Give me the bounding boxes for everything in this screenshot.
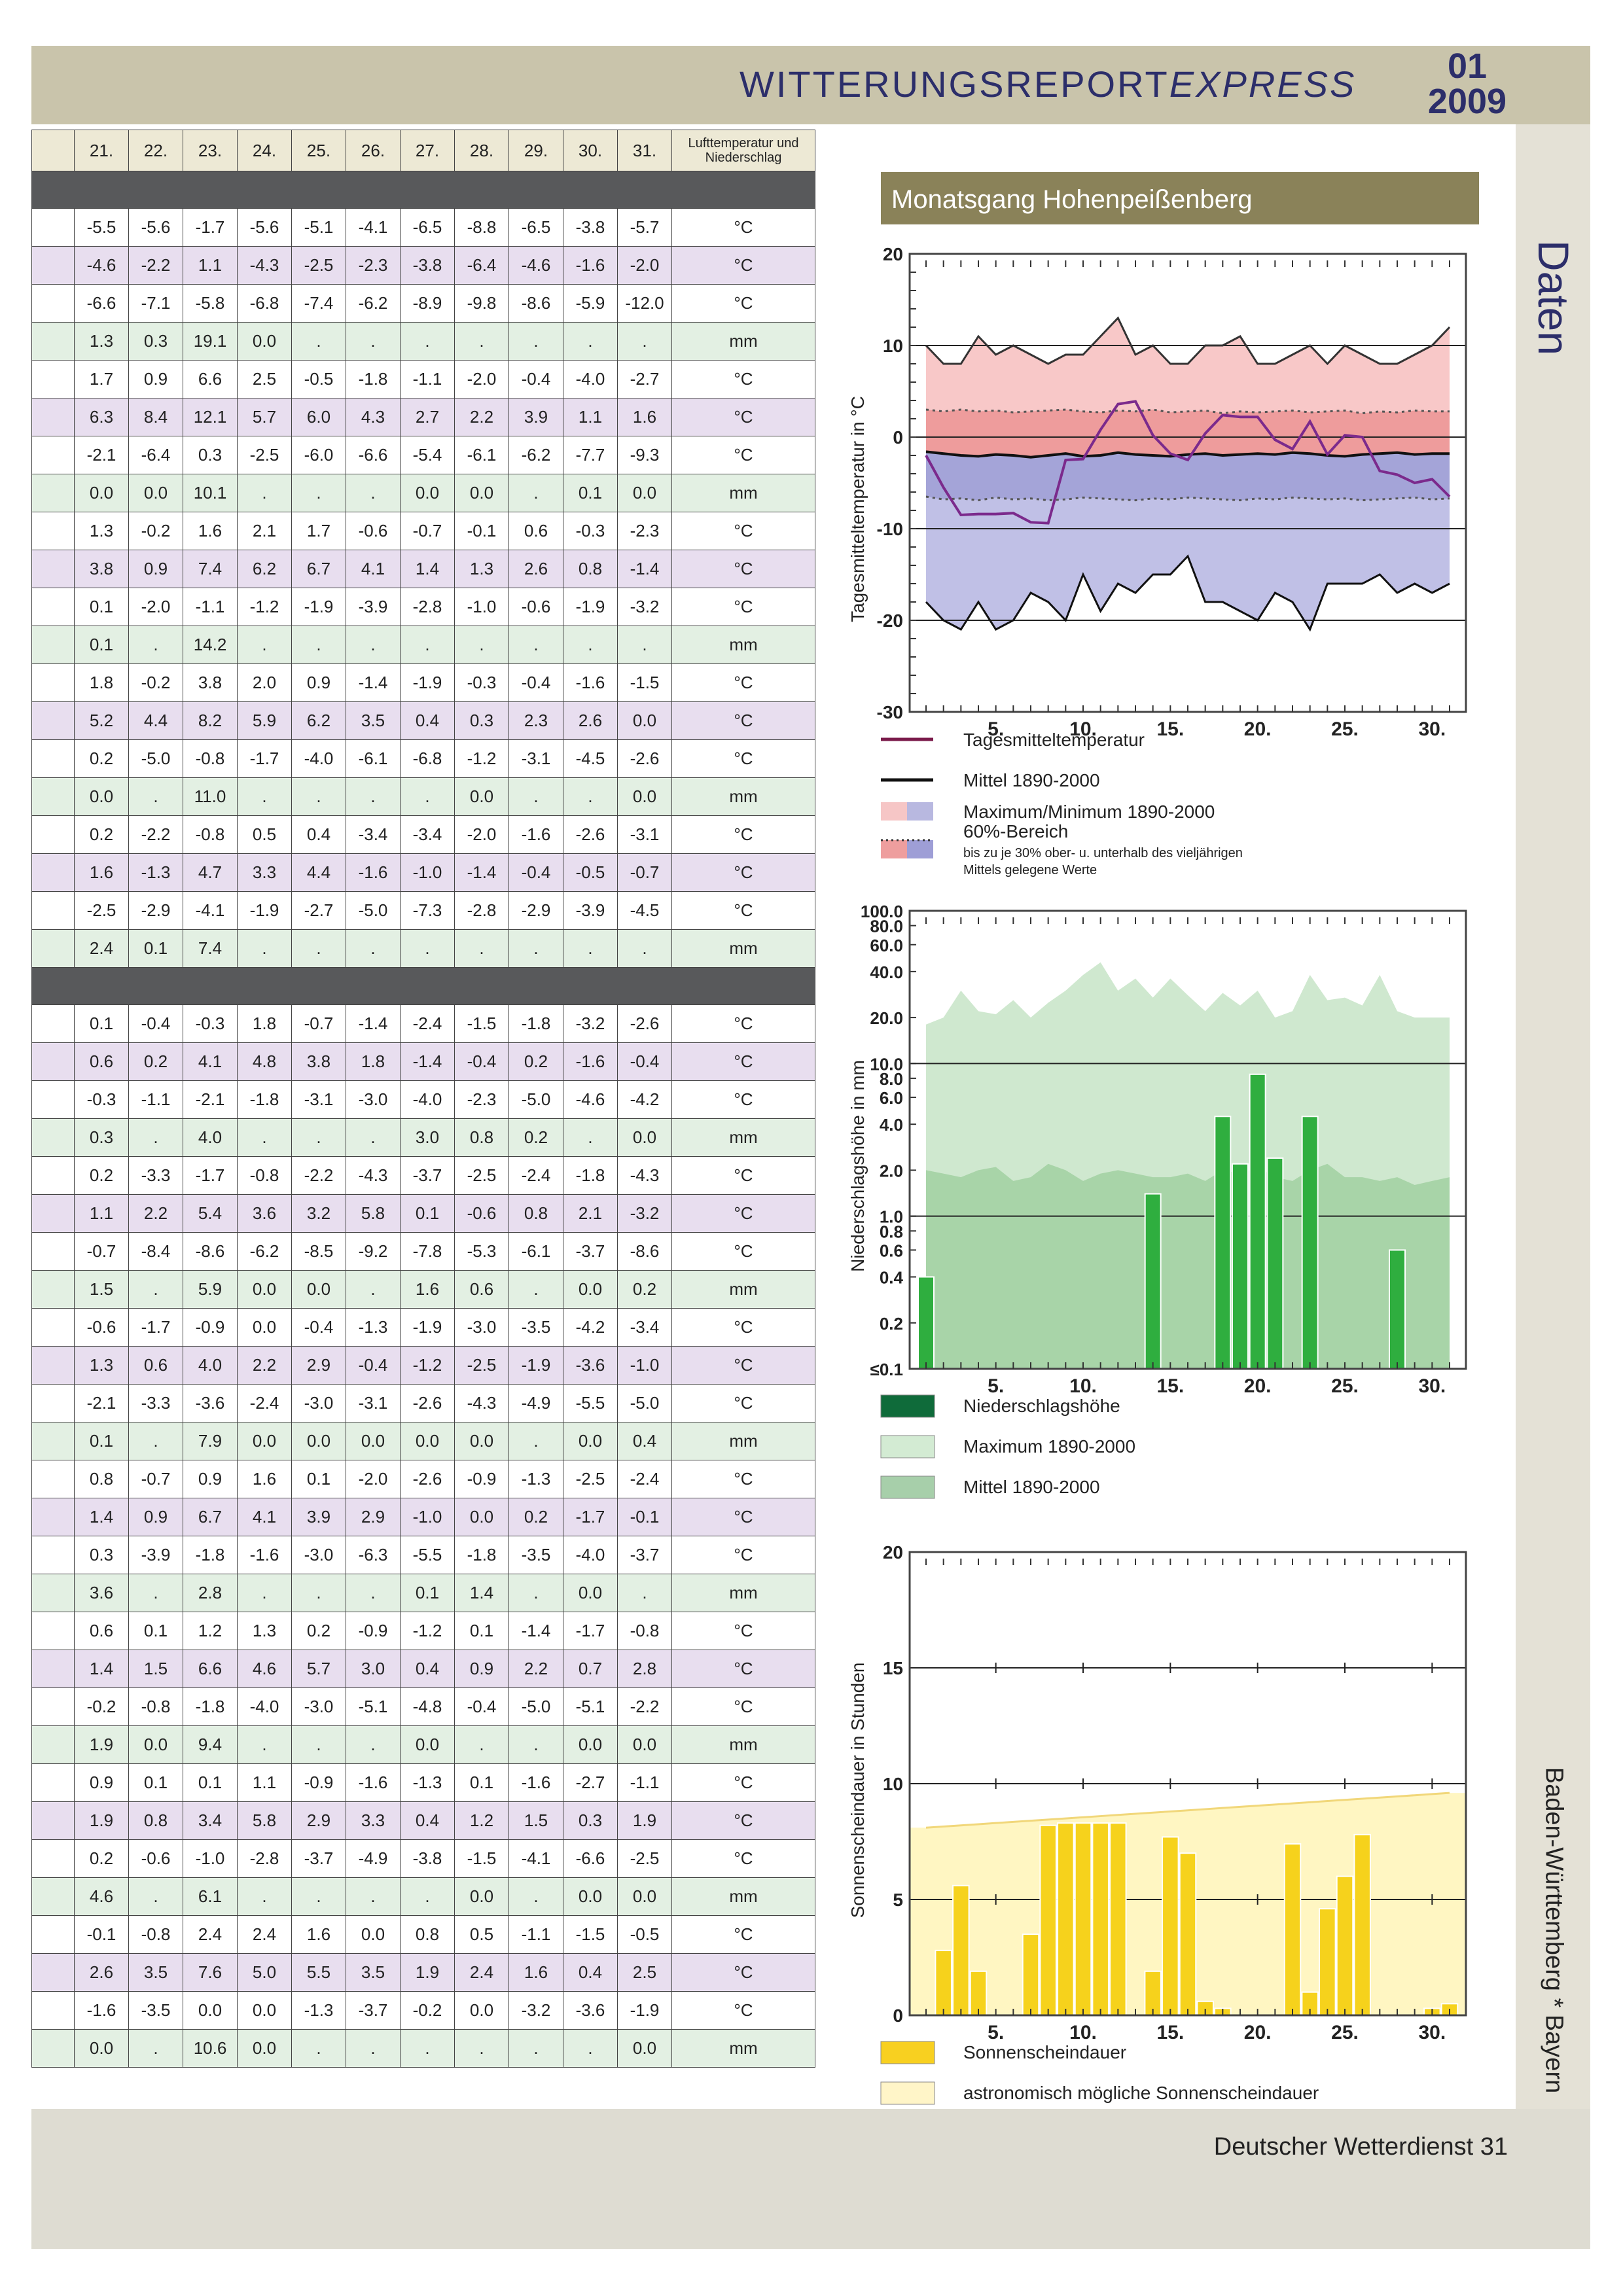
y-tick-label: 6.0 (880, 1088, 903, 1108)
sunshine-chart: 20 15 10 5 0 5. 10. 15. 20. 25. 30. Sonnenscheindau… (847, 1542, 1467, 2105)
sunshine-bar (1353, 1833, 1371, 2016)
precip-bar (1232, 1163, 1249, 1370)
sunshine-bar (1074, 1822, 1092, 2016)
x-tick-label: 20. (1244, 718, 1272, 740)
y-tick-label: 0.2 (880, 1314, 903, 1333)
legend-label: Niederschlagshöhe (963, 1396, 1120, 1416)
legend-swatch (880, 1394, 935, 1418)
upper-60-band (926, 410, 1450, 457)
y-tick-label: 20.0 (870, 1008, 903, 1028)
legend-label: Mittel 1890-2000 (963, 770, 1100, 790)
y-tick-label: 0 (893, 427, 903, 448)
mean-area (926, 1163, 1450, 1369)
x-tick-label: 25. (1331, 718, 1359, 740)
legend-label: Mittel 1890-2000 (963, 1477, 1100, 1497)
x-tick-label: 25. (1331, 2022, 1359, 2043)
sunshine-bar (1283, 1843, 1302, 2017)
legend-swatch (880, 1475, 935, 1499)
legend-swatch (880, 2041, 935, 2064)
y-tick-label: -10 (877, 519, 903, 539)
precipitation-chart: 100.080.060.040.020.010.08.06.04.02.01.0… (847, 902, 1467, 1499)
legend-label: Tagesmitteltemperatur (963, 730, 1145, 750)
y-tick-label: 2.0 (880, 1161, 903, 1180)
y-tick-label: 40.0 (870, 963, 903, 982)
x-tick-label: 30. (1418, 2022, 1446, 2043)
y-axis-label: Tagesmitteltemperatur in °C (847, 396, 868, 622)
x-tick-label: 20. (1244, 2022, 1272, 2043)
y-tick-label: 8.0 (880, 1069, 903, 1089)
legend-sublabel: bis zu je 30% ober- u. unterhalb des vie… (963, 846, 1243, 860)
x-tick-label: 25. (1331, 1375, 1359, 1397)
x-tick-label: 15. (1156, 1375, 1184, 1397)
legend-swatch (880, 1435, 935, 1458)
precip-bar (918, 1276, 935, 1369)
y-axis-label: Niederschlagshöhe in mm (847, 1060, 868, 1272)
legend-swatch (881, 840, 907, 858)
x-tick-label: 15. (1156, 718, 1184, 740)
sunshine-bar (935, 1949, 952, 2016)
sunshine-bar (1319, 1908, 1336, 2016)
legend-label: Sonnenscheindauer (963, 2042, 1126, 2062)
y-tick-label: -20 (877, 610, 903, 631)
x-tick-label: 10. (1069, 1375, 1097, 1397)
y-axis-label: Sonnenscheindauer in Stunden (847, 1663, 868, 1918)
sunshine-bar (1336, 1875, 1354, 2017)
x-tick-label: 15. (1156, 2022, 1184, 2043)
legend-swatch (907, 840, 933, 858)
x-tick-label: 20. (1244, 1375, 1272, 1397)
x-tick-label: 30. (1418, 1375, 1446, 1397)
precip-bar (1301, 1116, 1319, 1369)
y-tick-label: 0 (893, 2005, 903, 2026)
y-tick-label: ≤0.1 (870, 1360, 903, 1379)
legend-label: Maximum 1890-2000 (963, 1436, 1135, 1457)
sunshine-bar (1092, 1822, 1109, 2016)
precip-bar (1249, 1073, 1266, 1369)
y-tick-label: 10 (883, 1774, 903, 1794)
sunshine-bar (952, 1884, 970, 2017)
y-tick-label: 15 (883, 1658, 903, 1678)
panel-header: Monatsgang Hohenpeißenberg (881, 172, 1479, 224)
legend-swatch (907, 802, 933, 821)
sunshine-bar (1179, 1852, 1197, 2016)
sunshine-bar (969, 1970, 988, 2016)
temperature-chart: 20100-10-20-305. 10. 15. 20. 25. 30.Tagesmitt… (847, 244, 1467, 877)
legend-sublabel: Mittels gelegene Werte (963, 863, 1097, 877)
y-tick-label: 0.6 (880, 1241, 903, 1260)
y-tick-label: 4.0 (880, 1115, 903, 1135)
legend-label: Maximum/Minimum 1890-2000 (963, 802, 1215, 822)
legend-label: astronomisch mögliche Sonnenscheindauer (963, 2083, 1319, 2103)
legend-label: 60%-Bereich (963, 821, 1068, 841)
y-tick-label: 20 (883, 1542, 903, 1563)
precip-bar (1144, 1193, 1162, 1369)
panel-title: Monatsgang Hohenpeißenberg (891, 185, 1253, 214)
y-tick-label: -30 (877, 702, 903, 722)
charts-area: Monatsgang Hohenpeißenberg 20 10 0 -10 -20 -3… (847, 172, 1479, 2105)
sunshine-bar (1144, 1970, 1162, 2016)
x-tick-label: 5. (988, 1375, 1004, 1397)
y-tick-label: 20 (883, 244, 903, 264)
y-tick-label: 0.8 (880, 1222, 903, 1241)
precip-bar (1389, 1249, 1406, 1370)
y-tick-label: 60.0 (870, 936, 903, 955)
x-tick-label: 30. (1418, 718, 1446, 740)
y-tick-label: 10 (883, 336, 903, 356)
precip-bar (1266, 1157, 1284, 1369)
legend-swatch (880, 2081, 935, 2105)
legend-swatch (881, 802, 907, 821)
precip-bar (1214, 1116, 1232, 1369)
sunshine-bar (1039, 1824, 1057, 2016)
x-tick-label: 5. (988, 2022, 1004, 2043)
sunshine-bar (1057, 1822, 1075, 2016)
y-tick-label: 0.4 (880, 1268, 904, 1288)
x-tick-label: 10. (1069, 2022, 1097, 2043)
y-tick-label: 5 (893, 1890, 903, 1910)
sunshine-bar (1162, 1836, 1179, 2016)
sunshine-bar (1109, 1822, 1127, 2016)
sunshine-bar (1022, 1934, 1040, 2017)
y-tick-label: 80.0 (870, 917, 903, 936)
